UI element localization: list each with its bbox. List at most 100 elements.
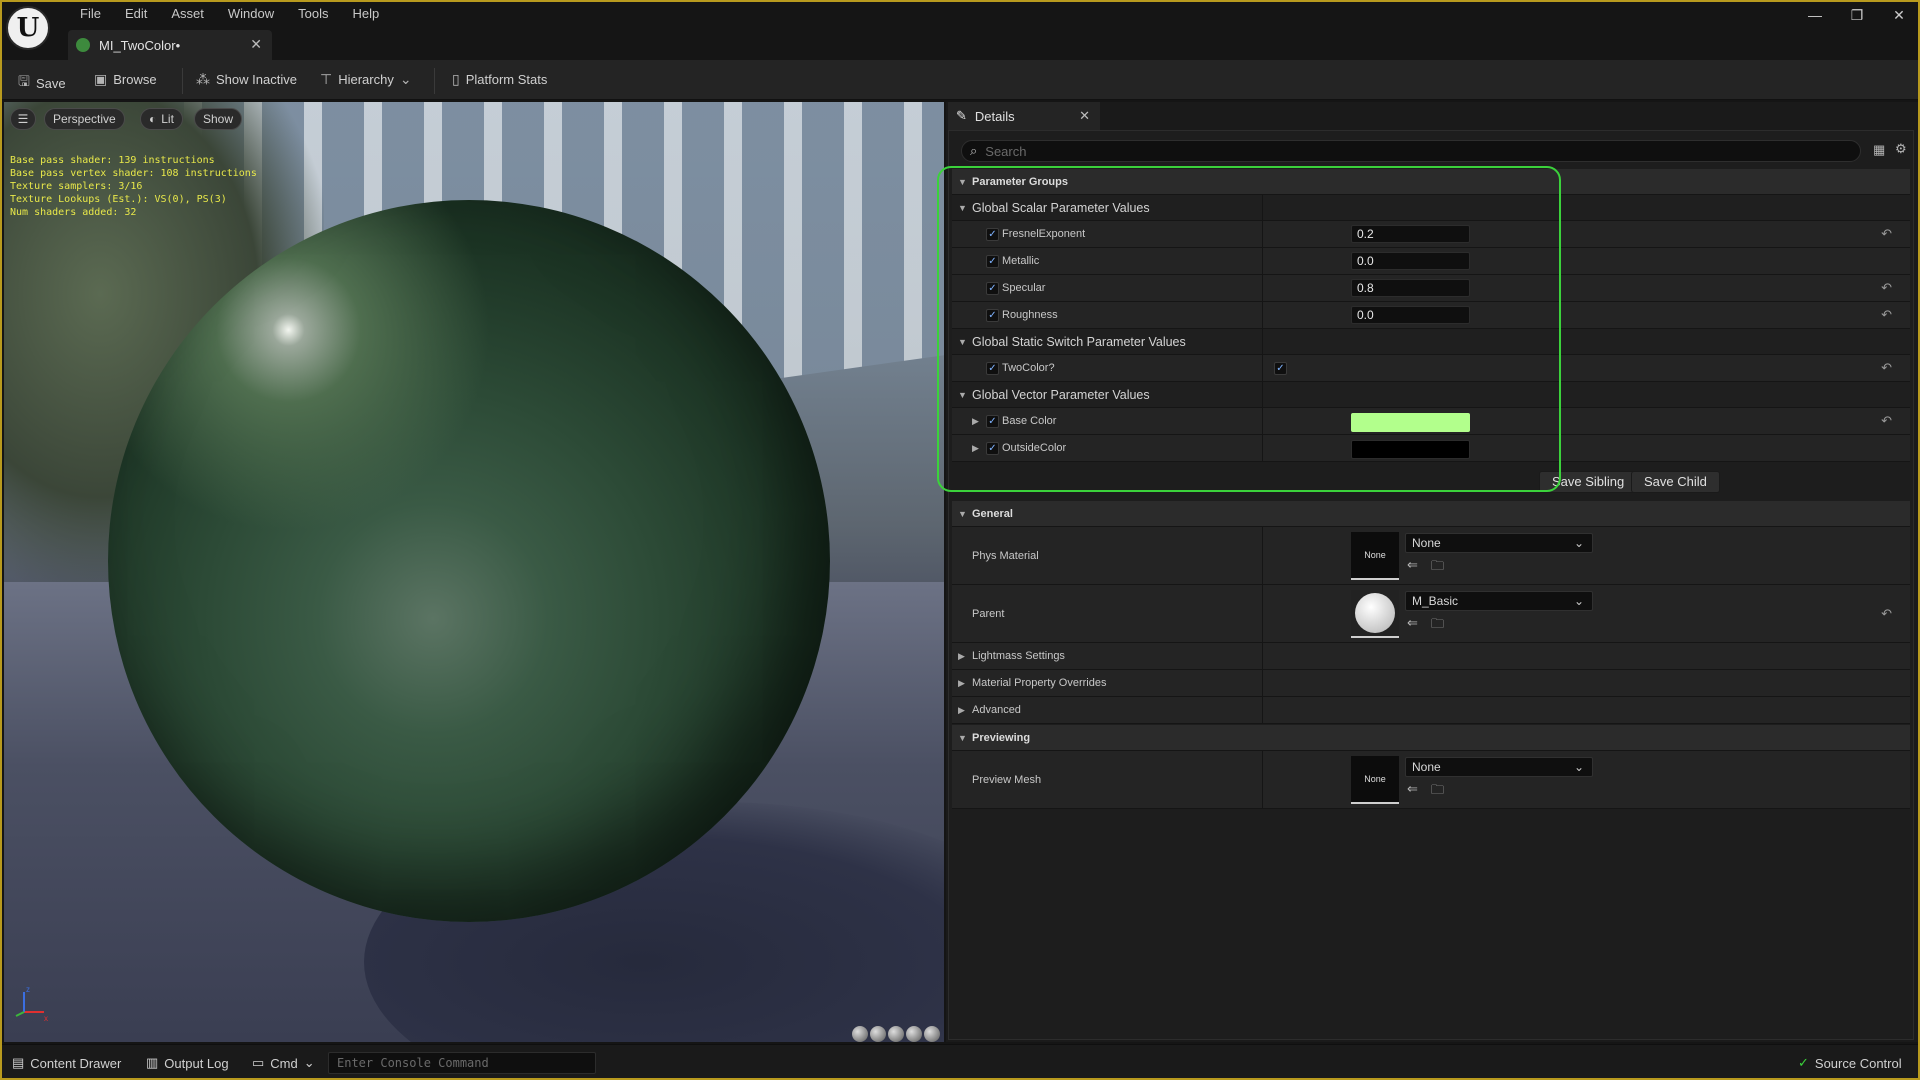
perspective-button[interactable]: Perspective bbox=[44, 108, 125, 130]
hierarchy-nodes-icon: ⁂ bbox=[196, 71, 210, 87]
cube-preview-icon[interactable] bbox=[906, 1026, 922, 1042]
collapse-triangle-icon: ▼ bbox=[958, 336, 967, 347]
cmd-dropdown[interactable]: ▭ Cmd ⌄ bbox=[252, 1055, 315, 1071]
cylinder-preview-icon[interactable] bbox=[852, 1026, 868, 1042]
advanced-row[interactable]: ▶ Advanced bbox=[952, 697, 1910, 724]
unreal-logo[interactable]: U bbox=[6, 6, 50, 50]
browse-folder-icon[interactable]: 🗀 bbox=[1431, 615, 1444, 637]
reset-to-default-icon[interactable]: ↶ bbox=[1881, 413, 1892, 429]
menu-tools[interactable]: Tools bbox=[286, 5, 340, 23]
reset-to-default-icon[interactable]: ↶ bbox=[1881, 307, 1892, 323]
sphere-preview-icon[interactable] bbox=[870, 1026, 886, 1042]
param-enable-checkbox[interactable]: ✓ bbox=[986, 362, 999, 375]
material-sphere-icon bbox=[1355, 593, 1395, 633]
content-drawer-icon: ▤ bbox=[12, 1055, 25, 1070]
close-window-icon[interactable]: ✕ bbox=[1884, 7, 1914, 24]
menu-edit[interactable]: Edit bbox=[113, 5, 159, 23]
lit-icon: ◐ bbox=[149, 112, 157, 126]
platform-stats-button[interactable]: ▯ Platform Stats bbox=[452, 71, 547, 88]
browse-icon: ▣ bbox=[94, 71, 108, 87]
expand-triangle-icon[interactable]: ▶ bbox=[972, 416, 979, 427]
param-enable-checkbox[interactable]: ✓ bbox=[986, 282, 999, 295]
param-enable-checkbox[interactable]: ✓ bbox=[986, 228, 999, 241]
custom-mesh-preview-icon[interactable] bbox=[924, 1026, 940, 1042]
preview-mesh-combo[interactable]: None ⌄ bbox=[1405, 757, 1593, 777]
source-control-button[interactable]: ✓ Source Control bbox=[1798, 1055, 1902, 1071]
table-view-icon[interactable]: ▦ bbox=[1873, 142, 1885, 158]
reset-to-default-icon[interactable]: ↶ bbox=[1881, 280, 1892, 296]
lightmass-settings-row[interactable]: ▶ Lightmass Settings bbox=[952, 643, 1910, 670]
material-property-overrides-row[interactable]: ▶ Material Property Overrides bbox=[952, 670, 1910, 697]
plane-preview-icon[interactable] bbox=[888, 1026, 904, 1042]
scalar-group-header[interactable]: ▼ Global Scalar Parameter Values bbox=[952, 195, 1910, 221]
console-command-input[interactable]: Enter Console Command bbox=[328, 1052, 596, 1074]
base-color-swatch[interactable] bbox=[1351, 413, 1470, 432]
toolbar-divider bbox=[182, 68, 183, 94]
reset-to-default-icon[interactable]: ↶ bbox=[1881, 606, 1892, 622]
use-selected-icon[interactable]: ⇐ bbox=[1407, 781, 1418, 797]
show-inactive-button[interactable]: ⁂ Show Inactive bbox=[196, 71, 297, 88]
general-header[interactable]: ▼ General bbox=[952, 501, 1910, 527]
metallic-value-field[interactable]: 0.0 bbox=[1351, 252, 1470, 270]
param-enable-checkbox[interactable]: ✓ bbox=[986, 309, 999, 322]
tab-close-icon[interactable]: ✕ bbox=[250, 36, 262, 53]
param-row-metallic: ✓ Metallic 0.0 bbox=[952, 248, 1910, 275]
details-close-icon[interactable]: ✕ bbox=[1079, 108, 1090, 124]
menu-asset[interactable]: Asset bbox=[159, 5, 216, 23]
vector-group-header[interactable]: ▼ Global Vector Parameter Values bbox=[952, 382, 1910, 408]
static-switch-group-header[interactable]: ▼ Global Static Switch Parameter Values bbox=[952, 329, 1910, 355]
lit-button[interactable]: ◐ Lit bbox=[140, 108, 183, 130]
menubar: U File Edit Asset Window Tools Help — ❐ … bbox=[2, 2, 1918, 50]
param-enable-checkbox[interactable]: ✓ bbox=[986, 255, 999, 268]
hierarchy-dropdown[interactable]: ⊤ Hierarchy ⌄ bbox=[320, 71, 412, 88]
details-tab[interactable]: ✎ Details ✕ bbox=[948, 102, 1100, 130]
menu-help[interactable]: Help bbox=[340, 5, 391, 23]
use-selected-icon[interactable]: ⇐ bbox=[1407, 615, 1418, 631]
chevron-down-icon: ⌄ bbox=[1573, 594, 1584, 608]
viewport-menu-button[interactable]: ☰ bbox=[10, 108, 36, 130]
collapse-triangle-icon: ▼ bbox=[958, 176, 967, 187]
parent-combo[interactable]: M_Basic ⌄ bbox=[1405, 591, 1593, 611]
platform-stats-icon: ▯ bbox=[452, 71, 460, 87]
param-row-outside-color: ▶ ✓ OutsideColor bbox=[952, 435, 1910, 462]
preview-mesh-thumbnail[interactable]: None bbox=[1351, 756, 1399, 804]
settings-gear-icon[interactable]: ⚙ bbox=[1895, 141, 1907, 157]
asset-tab[interactable]: MI_TwoColor• ✕ bbox=[68, 30, 272, 60]
menu-file[interactable]: File bbox=[68, 5, 113, 23]
output-log-button[interactable]: ▥ Output Log bbox=[146, 1055, 229, 1071]
browse-button[interactable]: ▣ Browse bbox=[94, 71, 157, 88]
reset-to-default-icon[interactable]: ↶ bbox=[1881, 360, 1892, 376]
save-button[interactable]: 🖫 Save bbox=[18, 71, 66, 95]
content-drawer-button[interactable]: ▤ Content Drawer bbox=[12, 1055, 121, 1071]
preview-viewport[interactable]: ☰ Perspective ◐ Lit Show Base pass shader… bbox=[4, 102, 944, 1042]
stat-line: Base pass shader: 139 instructions bbox=[10, 155, 215, 166]
reset-to-default-icon[interactable]: ↶ bbox=[1881, 226, 1892, 242]
restore-icon[interactable]: ❐ bbox=[1842, 7, 1872, 24]
expand-triangle-icon[interactable]: ▶ bbox=[972, 443, 979, 454]
browse-folder-icon[interactable]: 🗀 bbox=[1431, 781, 1444, 803]
show-button[interactable]: Show bbox=[194, 108, 243, 130]
fresnelexponent-value-field[interactable]: 0.2 bbox=[1351, 225, 1470, 243]
browse-folder-icon[interactable]: 🗀 bbox=[1431, 557, 1444, 579]
save-sibling-button[interactable]: Save Sibling bbox=[1539, 471, 1638, 493]
save-child-button[interactable]: Save Child bbox=[1631, 471, 1720, 493]
twocolor-value-checkbox[interactable]: ✓ bbox=[1274, 362, 1287, 375]
parent-row: Parent M_Basic ⌄ ⇐ 🗀 ↶ bbox=[952, 585, 1910, 643]
phys-material-combo[interactable]: None ⌄ bbox=[1405, 533, 1593, 553]
preview-shape-buttons bbox=[852, 1026, 940, 1042]
outside-color-swatch[interactable] bbox=[1351, 440, 1470, 459]
use-selected-icon[interactable]: ⇐ bbox=[1407, 557, 1418, 573]
param-enable-checkbox[interactable]: ✓ bbox=[986, 415, 999, 428]
parameter-groups-header[interactable]: ▼ Parameter Groups bbox=[952, 169, 1910, 195]
details-body: ⌕ Search ▦ ⚙ ▼ Parameter Groups ▼ Global… bbox=[948, 130, 1914, 1040]
phys-material-thumbnail[interactable]: None bbox=[1351, 532, 1399, 580]
roughness-value-field[interactable]: 0.0 bbox=[1351, 306, 1470, 324]
menu-window[interactable]: Window bbox=[216, 5, 286, 23]
parent-material-thumbnail[interactable] bbox=[1351, 590, 1399, 638]
param-enable-checkbox[interactable]: ✓ bbox=[986, 442, 999, 455]
specular-value-field[interactable]: 0.8 bbox=[1351, 279, 1470, 297]
details-search-input[interactable]: ⌕ Search bbox=[961, 140, 1861, 162]
minimize-icon[interactable]: — bbox=[1800, 7, 1830, 23]
toolbar-divider bbox=[434, 68, 435, 94]
previewing-header[interactable]: ▼ Previewing bbox=[952, 725, 1910, 751]
